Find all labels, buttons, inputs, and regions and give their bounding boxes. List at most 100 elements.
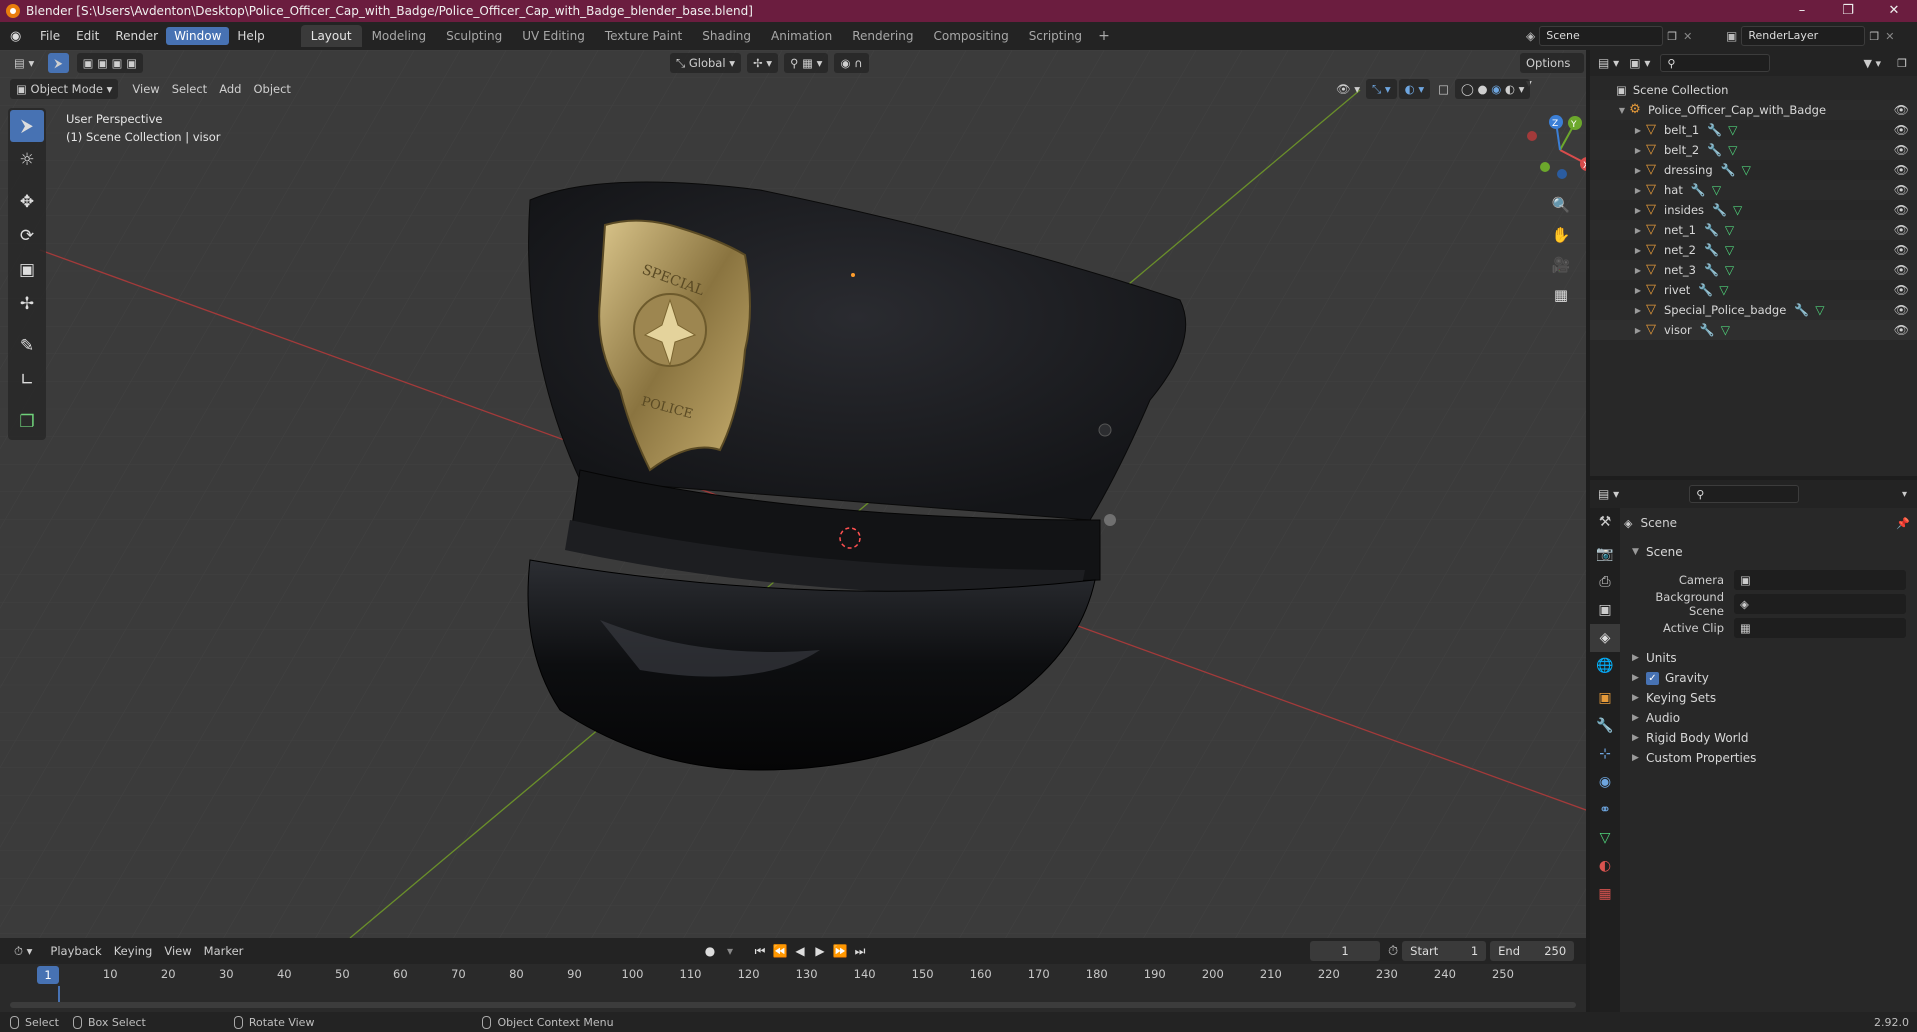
outliner-item-special-police-badge[interactable]: ▶ ▽ Special_Police_badge 🔧 ▽ 👁 (1590, 300, 1917, 320)
mesh-data-icon[interactable]: ▽ (1719, 283, 1728, 297)
expand-arrow-icon[interactable]: ▶ (1632, 186, 1644, 195)
new-collection-icon[interactable]: ❐ (1897, 57, 1907, 70)
visibility-eye-icon[interactable]: 👁 (1894, 163, 1909, 177)
modifier-wrench-icon[interactable]: 🔧 (1794, 303, 1809, 317)
tab-animation[interactable]: Animation (761, 25, 842, 47)
mesh-data-icon[interactable]: ▽ (1725, 243, 1734, 257)
outliner-item-insides[interactable]: ▶ ▽ insides 🔧 ▽ 👁 (1590, 200, 1917, 220)
rotate-icon[interactable]: ⟳ (10, 220, 44, 252)
proportional-edit-icon[interactable]: ◉ ∩ (834, 53, 869, 73)
timeline-menu-marker[interactable]: Marker (198, 941, 250, 961)
camera-view-icon[interactable]: 🎥 (1548, 252, 1574, 278)
timeline-editor-icon[interactable]: ⏱ ▾ (8, 941, 38, 961)
mesh-data-icon[interactable]: ▽ (1815, 303, 1824, 317)
mesh-data-icon[interactable]: ▽ (1728, 123, 1737, 137)
shading-mode-icons[interactable]: ◯ ● ◉ ◐ ▾ (1455, 79, 1531, 99)
view-layer-tab-icon[interactable]: ▣ (1590, 596, 1620, 624)
modifier-wrench-icon[interactable]: 🔧 (1700, 323, 1715, 337)
visibility-eye-icon[interactable]: 👁 (1894, 223, 1909, 237)
editor-type-icon[interactable]: ▤ ▾ (8, 53, 40, 73)
tab-uv-editing[interactable]: UV Editing (512, 25, 595, 47)
timeline-menu-keying[interactable]: Keying (108, 941, 159, 961)
panel-rigid-body-world[interactable]: ▶ Rigid Body World (1624, 728, 1914, 748)
outliner-item-net-1[interactable]: ▶ ▽ net_1 🔧 ▽ 👁 (1590, 220, 1917, 240)
renderlayer-icon[interactable]: ▣ (1726, 29, 1737, 43)
preview-range-icon[interactable]: ⏱ (1388, 944, 1398, 959)
move-icon[interactable]: ✥ (10, 186, 44, 218)
panel-gravity[interactable]: ▶ ✓ Gravity (1624, 668, 1914, 688)
panel-keying-sets[interactable]: ▶ Keying Sets (1624, 688, 1914, 708)
mesh-data-icon[interactable]: ▽ (1725, 223, 1734, 237)
snap-icon[interactable]: ⚲ ▦ ▾ (784, 53, 829, 73)
outliner-item-hat[interactable]: ▶ ▽ hat 🔧 ▽ 👁 (1590, 180, 1917, 200)
expand-arrow-icon[interactable]: ▶ (1632, 166, 1644, 175)
modifier-wrench-icon[interactable]: 🔧 (1691, 183, 1706, 197)
material-tab-icon[interactable]: ◐ (1590, 852, 1620, 880)
jump-end-icon[interactable]: ⏭ (850, 944, 870, 959)
outliner-item-belt-1[interactable]: ▶ ▽ belt_1 🔧 ▽ 👁 (1590, 120, 1917, 140)
record-options-icon[interactable]: ▾ (720, 944, 740, 958)
menu-render[interactable]: Render (107, 27, 166, 45)
minimize-icon[interactable]: – (1779, 0, 1825, 22)
scene-collection-row[interactable]: ▣ Scene Collection (1590, 80, 1917, 100)
current-frame-marker[interactable]: 1 (37, 966, 59, 984)
physics-tab-icon[interactable]: ◉ (1590, 768, 1620, 796)
tab-texture-paint[interactable]: Texture Paint (595, 25, 692, 47)
annotate-icon[interactable]: ✎ (10, 330, 44, 362)
visibility-eye-icon[interactable]: 👁 (1894, 323, 1909, 337)
panel-units[interactable]: ▶ Units (1624, 648, 1914, 668)
visibility-eye-icon[interactable]: 👁 (1894, 243, 1909, 257)
expand-arrow-icon[interactable]: ▶ (1632, 286, 1644, 295)
scene-tab-icon[interactable]: ◈ (1590, 624, 1620, 652)
expand-arrow-icon[interactable]: ▶ (1632, 126, 1644, 135)
outliner-item-belt-2[interactable]: ▶ ▽ belt_2 🔧 ▽ 👁 (1590, 140, 1917, 160)
modifier-wrench-icon[interactable]: 🔧 (1712, 203, 1727, 217)
menu-edit[interactable]: Edit (68, 27, 107, 45)
gravity-checkbox[interactable]: ✓ (1646, 671, 1659, 685)
output-tab-icon[interactable]: ⎙ (1590, 568, 1620, 596)
tab-rendering[interactable]: Rendering (842, 25, 923, 47)
pivot-icon[interactable]: ✢ ▾ (746, 53, 779, 73)
expand-arrow-icon[interactable]: ▶ (1632, 206, 1644, 215)
outliner-item-visor[interactable]: ▶ ▽ visor 🔧 ▽ 👁 (1590, 320, 1917, 340)
world-tab-icon[interactable]: 🌐 (1590, 652, 1620, 680)
visibility-eye-icon[interactable]: 👁 (1894, 103, 1909, 117)
restore-icon[interactable]: ❐ (1825, 0, 1871, 22)
menu-help[interactable]: Help (229, 27, 272, 45)
renderlayer-selector[interactable]: RenderLayer (1741, 26, 1866, 46)
expand-arrow-icon[interactable]: ▶ (1632, 226, 1644, 235)
scene-section-header[interactable]: ▼ Scene (1624, 540, 1914, 564)
object-mode-dropdown[interactable]: ▣ Object Mode ▾ (10, 79, 119, 99)
mesh-data-icon[interactable]: ▽ (1742, 163, 1751, 177)
modifier-tab-icon[interactable]: 🔧 (1590, 712, 1620, 740)
delete-scene-icon[interactable]: ✕ (1683, 30, 1692, 43)
modifier-wrench-icon[interactable]: 🔧 (1707, 123, 1722, 137)
prev-keyframe-icon[interactable]: ⏪ (770, 944, 790, 958)
background-scene-field[interactable]: ◈ (1734, 594, 1906, 614)
visibility-eye-icon[interactable]: 👁 (1894, 283, 1909, 297)
scene-selector[interactable]: Scene (1539, 26, 1664, 46)
display-mode-icon[interactable]: ▣ ▾ (1629, 56, 1650, 70)
outliner-search-input[interactable]: ⚲ (1660, 54, 1771, 72)
tool-tab-icon[interactable]: ⚒ (1590, 508, 1620, 536)
tab-layout[interactable]: Layout (300, 25, 362, 47)
viewport-menu-object[interactable]: Object (247, 79, 296, 99)
data-tab-icon[interactable]: ▽ (1590, 824, 1620, 852)
start-frame-field[interactable]: Start 1 (1402, 941, 1487, 961)
modifier-wrench-icon[interactable]: 🔧 (1704, 243, 1719, 257)
panel-custom-properties[interactable]: ▶ Custom Properties (1624, 748, 1914, 768)
active-clip-field[interactable]: ▦ (1734, 618, 1906, 638)
record-icon[interactable]: ● (700, 944, 720, 958)
scale-icon[interactable]: ▣ (10, 254, 44, 286)
viewport-menu-select[interactable]: Select (166, 79, 213, 99)
transform-icon[interactable]: ✢ (10, 288, 44, 320)
zoom-icon[interactable]: 🔍 (1548, 192, 1574, 218)
outliner-item-net-3[interactable]: ▶ ▽ net_3 🔧 ▽ 👁 (1590, 260, 1917, 280)
close-icon[interactable]: ✕ (1871, 0, 1917, 22)
visibility-eye-icon[interactable]: 👁 (1894, 203, 1909, 217)
modifier-wrench-icon[interactable]: 🔧 (1704, 263, 1719, 277)
new-renderlayer-icon[interactable]: ❐ (1869, 30, 1879, 43)
pan-hand-icon[interactable]: ✋ (1548, 222, 1574, 248)
options-dropdown[interactable]: Options ▾ (1520, 53, 1584, 90)
timeline-menu-view[interactable]: View (158, 941, 197, 961)
